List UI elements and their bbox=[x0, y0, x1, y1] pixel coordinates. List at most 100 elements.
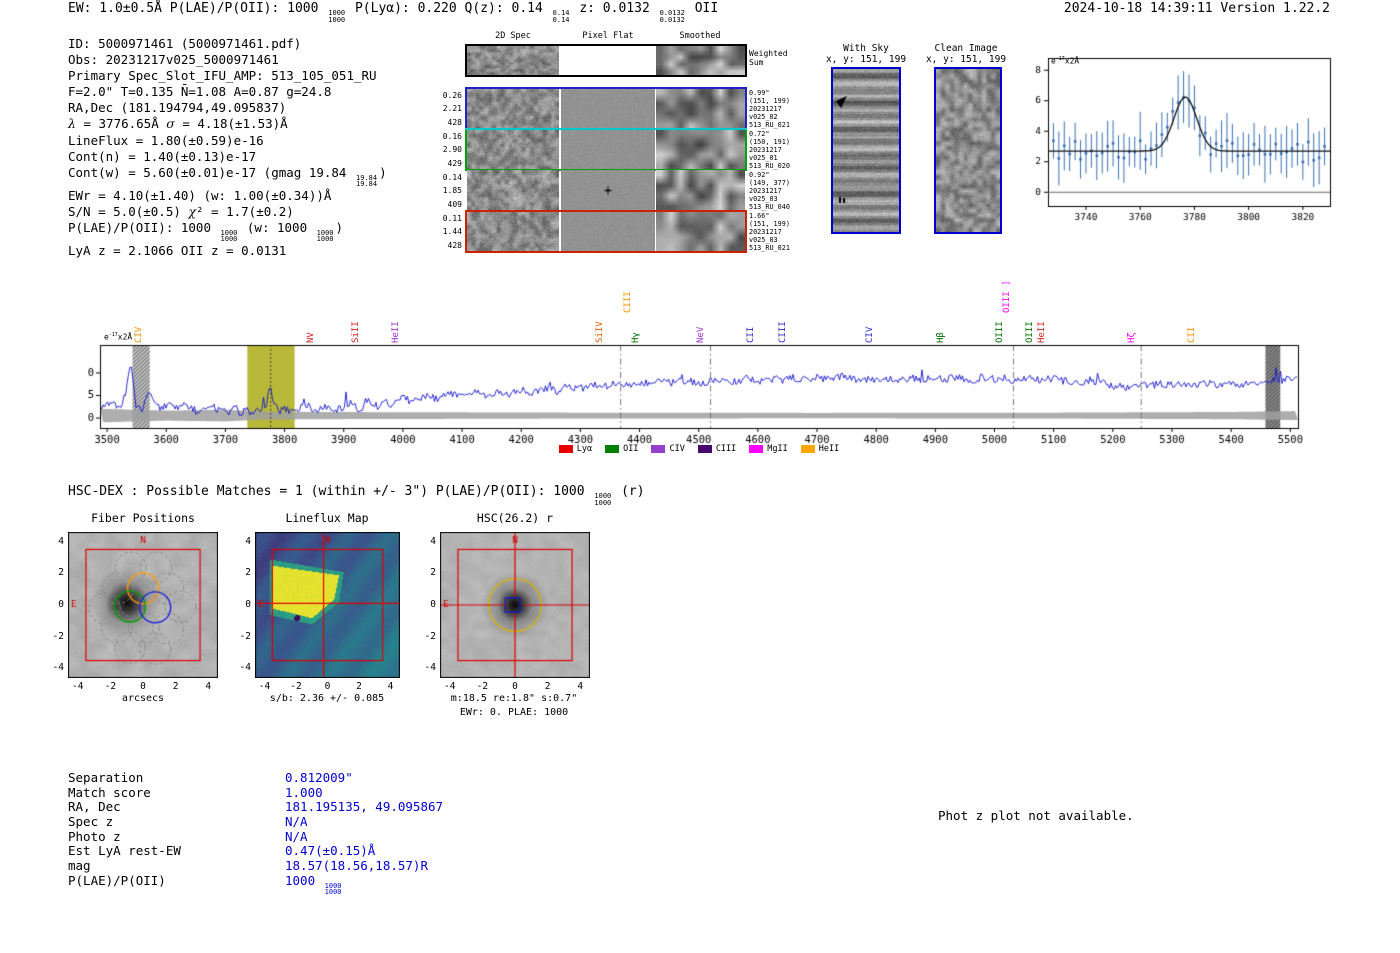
emission-line-label: OIII bbox=[1024, 321, 1035, 343]
info-value: 0.72" bbox=[749, 130, 770, 138]
emission-line-label: NeV bbox=[696, 326, 707, 343]
stat-value: 0.14 bbox=[442, 173, 462, 182]
cutout-column-header: Smoothed bbox=[679, 31, 721, 41]
text-segment: ² = 1.7(±0.2) bbox=[196, 203, 294, 219]
legend-label: OII bbox=[623, 444, 639, 454]
flux-units-label: e-17x2Å bbox=[1051, 56, 1079, 66]
x-tick-label: -4 bbox=[72, 681, 84, 692]
legend-swatch bbox=[651, 445, 666, 453]
text-segment: HSC-DEX : Possible Matches = 1 (within +… bbox=[68, 484, 593, 499]
stat-value: 0.11 bbox=[442, 214, 462, 223]
info-value: v025_03 bbox=[749, 236, 778, 244]
cutout-row-stats: 0.26 2.21 428 bbox=[432, 89, 462, 129]
emission-line-label: Hζ bbox=[1126, 332, 1137, 343]
unit-rest: x2Å bbox=[117, 332, 133, 342]
text-segment: 0.47(±0.15)Å bbox=[285, 843, 376, 859]
cutout-smoothed-image bbox=[656, 170, 745, 211]
y-tick-label: 4 bbox=[430, 535, 436, 547]
x-tick-label: -2 bbox=[476, 681, 489, 692]
text-segment: 181.195135, 49.095867 bbox=[285, 799, 444, 815]
info-line: EWr = 4.10(±1.40) (w: 1.00(±0.34))Å bbox=[68, 188, 387, 204]
x-tick-label: 0 bbox=[140, 681, 146, 692]
text-segment: LyA z = 2.1066 OII z = 0.0131 bbox=[68, 242, 287, 258]
stacked-fraction: 1000 1000 bbox=[221, 230, 238, 243]
legend-swatch bbox=[800, 445, 815, 453]
row-label: Photo z bbox=[68, 828, 121, 844]
info-value: (151, 199) bbox=[749, 220, 790, 228]
with-sky-title: With Sky bbox=[843, 43, 889, 54]
stacked-fraction: 0.0132 0.0132 bbox=[660, 10, 685, 23]
stat-value: 1.85 bbox=[442, 186, 462, 196]
info-line: ID: 5000971461 (5000971461.pdf) bbox=[68, 36, 387, 52]
text-segment: LineFlux = 1.80(±0.59)e-16 bbox=[68, 132, 264, 148]
stacked-fraction: 1000 1000 bbox=[325, 883, 342, 896]
y-tick-label: 0 bbox=[245, 599, 251, 610]
text-segment: (w: 1000 bbox=[239, 219, 315, 235]
info-line: F=2.0" T=0.135 N̄=1.08 A=0.87 g=24.8 bbox=[68, 84, 387, 100]
row-label: Match score bbox=[68, 784, 151, 800]
table-row: Spec z N/A bbox=[68, 814, 443, 829]
timestamp-version: 2024-10-18 14:39:11 Version 1.22.2 bbox=[1063, 1, 1330, 16]
legend-item: CIII bbox=[697, 444, 736, 454]
cutout-2dspec-image bbox=[467, 211, 559, 252]
legend-item: HeII bbox=[800, 444, 839, 454]
detection-info-block: ID: 5000971461 (5000971461.pdf) Obs: 2023… bbox=[68, 36, 387, 259]
info-value: v025_01 bbox=[749, 154, 778, 162]
x-tick-label: 4 bbox=[577, 681, 584, 692]
info-value: (151, 199) bbox=[749, 97, 790, 105]
x-tick-label: 2 bbox=[172, 681, 179, 692]
legend-swatch bbox=[697, 445, 712, 453]
weighted-smoothed-image bbox=[656, 46, 745, 75]
x-tick-label: 0 bbox=[512, 681, 518, 692]
table-row: RA, Dec 181.195135, 49.095867 bbox=[68, 799, 443, 814]
stacked-fraction: 0.14 0.14 bbox=[553, 10, 570, 23]
cutout-smoothed-image bbox=[656, 211, 745, 252]
stat-value: 1.44 bbox=[442, 227, 462, 237]
info-line: Cont(n) = 1.40(±0.13)e-17 bbox=[68, 149, 387, 165]
stack-bottom: 1000 bbox=[328, 15, 346, 24]
emission-line-label: OIII bbox=[995, 321, 1006, 343]
info-line: P(LAE)/P(OII): 1000 1000 1000 (w: 1000 10… bbox=[68, 220, 387, 243]
info-value: 0.92" bbox=[749, 171, 770, 179]
y-tick-label: -2 bbox=[424, 630, 436, 642]
full-spectrum-plot bbox=[88, 330, 1310, 448]
clean-image-title: Clean Image bbox=[934, 43, 998, 54]
x-tick-label: 0 bbox=[324, 681, 331, 692]
legend-item: Lyα bbox=[558, 444, 593, 454]
y-tick-label: 2 bbox=[58, 567, 64, 579]
summary-line: EW: 1.0±0.5Å P(LAE)/P(OII): 1000 1000 100… bbox=[68, 1, 718, 23]
legend-item: MgII bbox=[749, 444, 788, 454]
info-value: 513_RU_021 bbox=[749, 244, 790, 252]
info-value: (149, 377) bbox=[749, 179, 790, 187]
row-label: Est LyA rest-EW bbox=[68, 843, 181, 859]
stack-bottom: 1000 bbox=[594, 498, 612, 507]
emission-line-label: Hγ bbox=[630, 332, 641, 343]
emission-line-label: CIV bbox=[134, 326, 144, 343]
info-value: 20231217 bbox=[749, 105, 782, 113]
stat-value: 428 bbox=[447, 240, 462, 250]
y-tick-label: -2 bbox=[52, 630, 64, 642]
table-row: P(LAE)/P(OII) 1000 1000 1000 bbox=[68, 873, 443, 896]
legend-label: Lyα bbox=[576, 444, 593, 454]
text-segment: P(LAE)/P(OII): 1000 bbox=[68, 219, 219, 235]
text-segment: ) bbox=[379, 164, 387, 180]
cutout-pixelflat-image bbox=[561, 88, 655, 129]
x-tick-label: 4 bbox=[205, 681, 212, 692]
row-label: Spec z bbox=[68, 814, 114, 830]
info-value: (150, 191) bbox=[749, 138, 790, 146]
emission-line-label: SiIV bbox=[595, 321, 606, 343]
emission-line-label: CIII bbox=[622, 291, 633, 313]
hsc-cutout-image bbox=[440, 532, 590, 678]
emission-line-label: OIII ] bbox=[1002, 280, 1013, 313]
text-segment: EW: 1.0±0.5Å P(LAE)/P(OII): 1000 bbox=[68, 1, 327, 16]
text-segment: Cont(w) = 5.60(±0.01)e-17 (gmag 19.84 bbox=[68, 164, 354, 180]
row-label: Separation bbox=[68, 770, 144, 785]
row-value: 18.57(18.56,18.57)R bbox=[285, 858, 428, 873]
info-value: v025_03 bbox=[749, 195, 778, 203]
table-row: mag 18.57(18.56,18.57)R bbox=[68, 858, 443, 873]
emission-line-label: SiII bbox=[350, 321, 361, 343]
text-segment: 1.000 bbox=[285, 784, 323, 800]
y-tick-label: 2 bbox=[430, 567, 436, 579]
text-segment: ) bbox=[335, 219, 344, 235]
table-row: Est LyA rest-EW 0.47(±0.15)Å bbox=[68, 843, 443, 858]
